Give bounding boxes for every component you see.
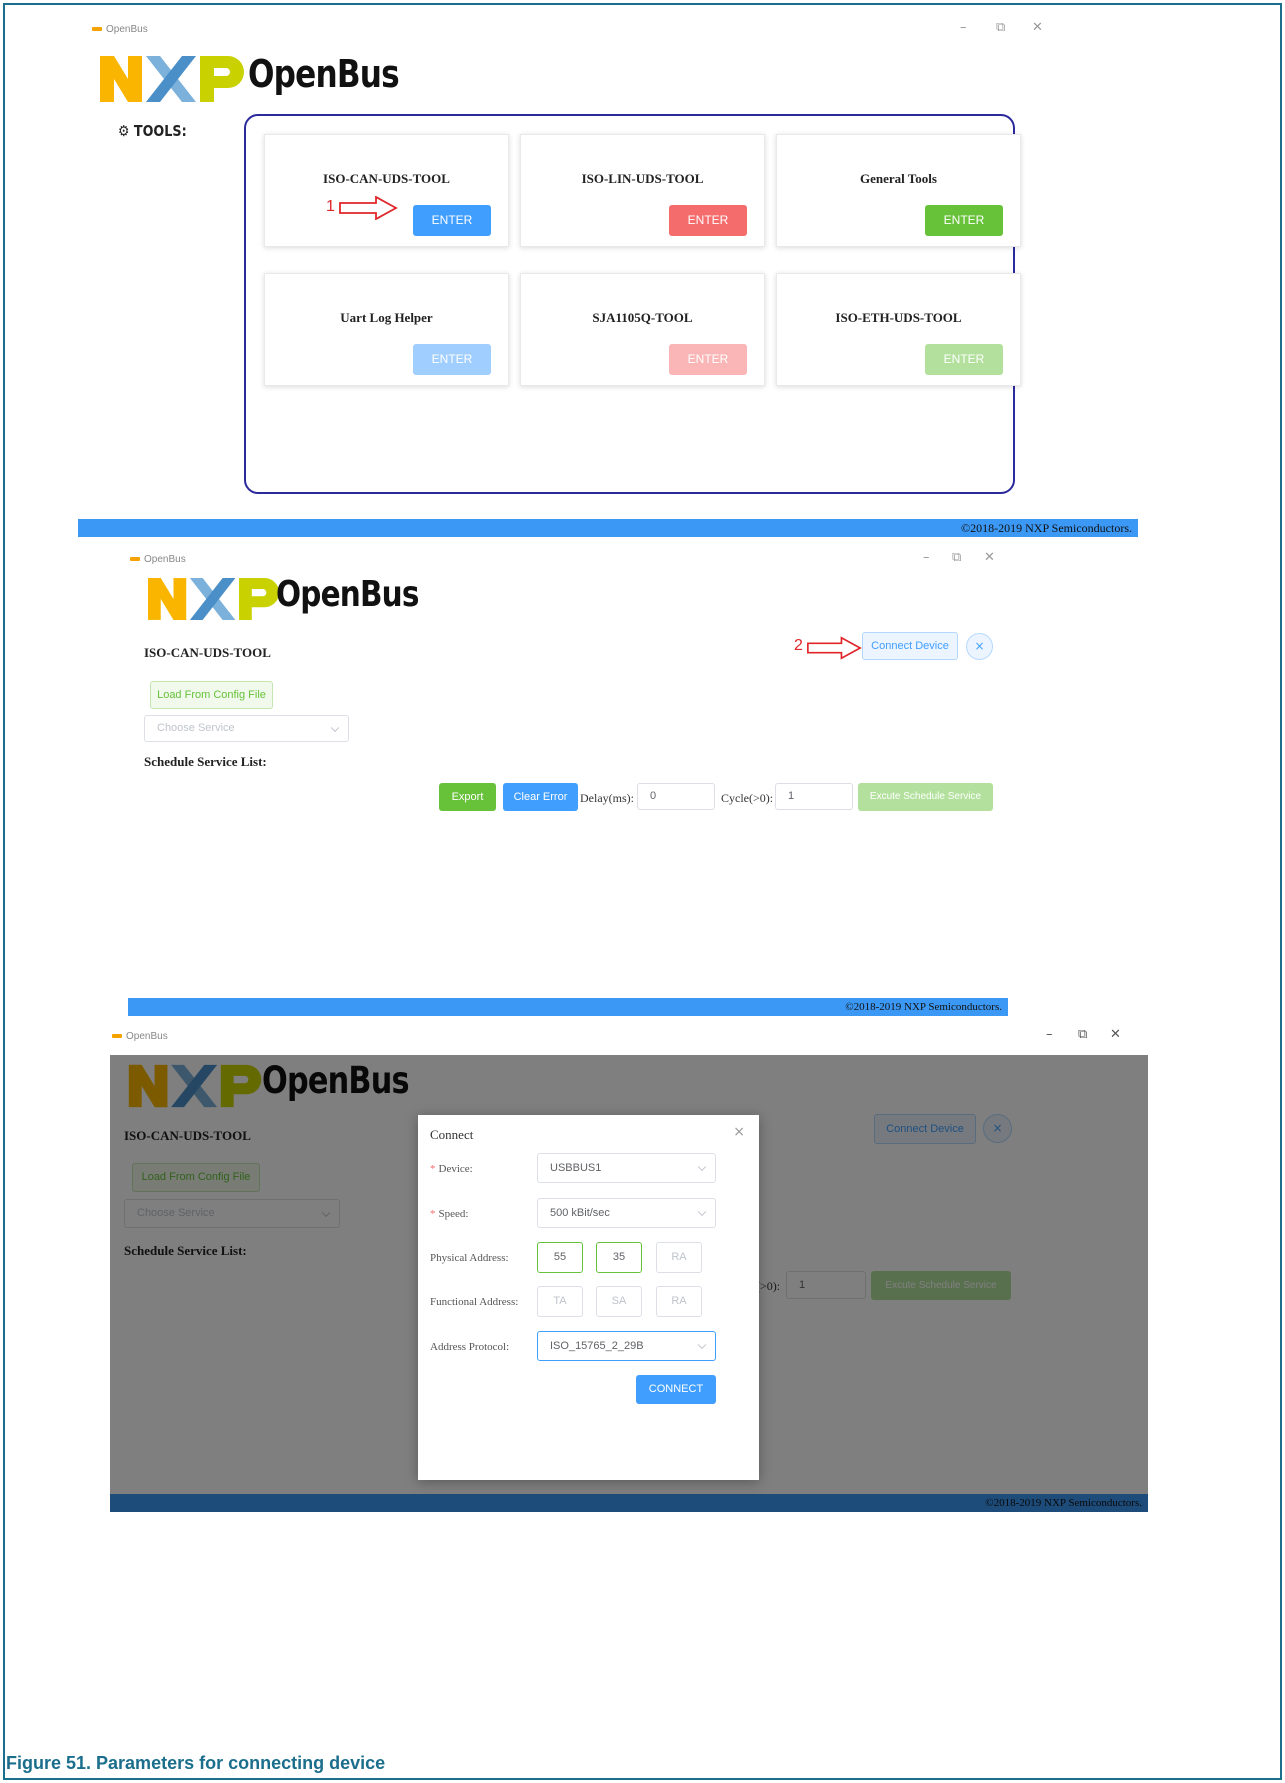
window-title: OpenBus bbox=[106, 24, 148, 35]
chevron-down-icon bbox=[330, 723, 340, 732]
cycle-input[interactable]: 1 bbox=[775, 783, 853, 810]
tools-heading: ⚙ TOOLS: bbox=[118, 122, 187, 140]
screenshot-tools-home: OpenBus – ⧉ ✕ OpenBus ⚙ TOOLS: ISO-CAN-U… bbox=[78, 14, 1138, 539]
functional-sa-input[interactable]: SA bbox=[596, 1286, 642, 1317]
address-protocol-select[interactable]: ISO_15765_2_29B bbox=[537, 1331, 716, 1361]
choose-service-placeholder: Choose Service bbox=[157, 722, 235, 734]
gear-icon: ⚙ bbox=[118, 122, 130, 140]
load-config-button[interactable]: Load From Config File bbox=[150, 681, 273, 709]
connect-dialog: Connect × * Device: USBBUS1 * Speed: 500 k… bbox=[418, 1115, 759, 1480]
nxp-logo bbox=[148, 578, 280, 620]
close-button[interactable]: ✕ bbox=[984, 550, 995, 565]
footer-bar: ©2018-2019 NXP Semiconductors. bbox=[128, 998, 1008, 1016]
tool-card-title: ISO-ETH-UDS-TOOL bbox=[835, 310, 962, 325]
physical-sa-input[interactable]: 35 bbox=[596, 1242, 642, 1273]
enter-button: ENTER bbox=[669, 344, 747, 375]
speed-value: 500 kBit/sec bbox=[550, 1207, 610, 1219]
delay-input[interactable]: 0 bbox=[637, 783, 715, 810]
chevron-down-icon bbox=[697, 1162, 707, 1172]
minimize-button[interactable]: – bbox=[1046, 1027, 1053, 1042]
annotation-number: 2 bbox=[794, 637, 803, 654]
screenshot-connect-dialog: OpenBus – ⧉ ✕ OpenBus ISO-CAN-UDS-TOOL L… bbox=[110, 1025, 1148, 1512]
choose-service-select[interactable]: Choose Service bbox=[144, 715, 349, 742]
window-title: OpenBus bbox=[126, 1031, 168, 1042]
device-label: * Device: bbox=[430, 1163, 473, 1175]
export-button[interactable]: Export bbox=[439, 783, 496, 811]
address-protocol-label: Address Protocol: bbox=[430, 1341, 510, 1353]
connect-button[interactable]: CONNECT bbox=[636, 1375, 716, 1404]
title-bar: OpenBus – ⧉ ✕ bbox=[110, 1025, 1148, 1055]
close-tool-button[interactable]: × bbox=[966, 633, 993, 660]
required-mark: * bbox=[430, 1163, 436, 1175]
speed-label: * Speed: bbox=[430, 1208, 469, 1220]
physical-ra-input[interactable]: RA bbox=[656, 1242, 702, 1273]
clear-error-button[interactable]: Clear Error bbox=[503, 783, 578, 811]
physical-ta-input[interactable]: 55 bbox=[537, 1242, 583, 1273]
app-logo-icon bbox=[92, 27, 102, 32]
brand-title: OpenBus bbox=[248, 52, 400, 96]
chevron-down-icon bbox=[697, 1340, 707, 1350]
close-button[interactable]: ✕ bbox=[1032, 20, 1043, 35]
enter-button[interactable]: ENTER bbox=[669, 205, 747, 236]
functional-address-label: Functional Address: bbox=[430, 1296, 519, 1308]
device-select[interactable]: USBBUS1 bbox=[537, 1153, 716, 1183]
connect-device-button[interactable]: Connect Device bbox=[862, 632, 958, 660]
restore-button[interactable]: ⧉ bbox=[952, 550, 961, 565]
schedule-heading: Schedule Service List: bbox=[144, 754, 267, 769]
tool-title: ISO-CAN-UDS-TOOL bbox=[144, 645, 271, 660]
minimize-button[interactable]: – bbox=[923, 550, 930, 565]
chevron-down-icon bbox=[697, 1207, 707, 1217]
enter-button[interactable]: ENTER bbox=[925, 205, 1003, 236]
restore-button[interactable]: ⧉ bbox=[1078, 1027, 1087, 1042]
title-bar: OpenBus – ⧉ ✕ bbox=[128, 546, 1008, 576]
app-logo-icon bbox=[130, 557, 140, 562]
footer-bar: ©2018-2019 NXP Semiconductors. bbox=[78, 519, 1138, 537]
delay-label: Delay(ms): bbox=[580, 791, 634, 805]
dialog-title: Connect bbox=[430, 1127, 474, 1142]
functional-ra-input[interactable]: RA bbox=[656, 1286, 702, 1317]
tool-card-general: General Tools ENTER bbox=[776, 134, 1021, 247]
tool-card-title: ISO-CAN-UDS-TOOL bbox=[323, 171, 450, 186]
tool-card-title: SJA1105Q-TOOL bbox=[592, 310, 693, 325]
tool-card-iso-can: ISO-CAN-UDS-TOOL ENTER bbox=[264, 134, 509, 247]
tool-card-sja1105q: SJA1105Q-TOOL ENTER bbox=[520, 273, 765, 386]
enter-button[interactable]: ENTER bbox=[413, 205, 491, 236]
enter-button: ENTER bbox=[413, 344, 491, 375]
annotation-number: 1 bbox=[326, 198, 335, 215]
annotation-arrow-icon bbox=[339, 196, 398, 220]
tool-card-uart-log: Uart Log Helper ENTER bbox=[264, 273, 509, 386]
enter-button: ENTER bbox=[925, 344, 1003, 375]
address-protocol-value: ISO_15765_2_29B bbox=[550, 1340, 644, 1352]
tool-card-title: ISO-LIN-UDS-TOOL bbox=[581, 171, 704, 186]
title-bar: OpenBus – ⧉ ✕ bbox=[78, 14, 1138, 44]
physical-address-label: Physical Address: bbox=[430, 1252, 509, 1264]
execute-schedule-button: Excute Schedule Service bbox=[858, 783, 993, 811]
functional-ta-input[interactable]: TA bbox=[537, 1286, 583, 1317]
cycle-label: Cycle(>0): bbox=[721, 791, 774, 805]
nxp-logo bbox=[100, 56, 244, 102]
restore-button[interactable]: ⧉ bbox=[996, 20, 1005, 35]
screenshot-can-tool: OpenBus – ⧉ ✕ OpenBus ISO-CAN-UDS-TOOL 2… bbox=[128, 546, 1008, 1016]
annotation-arrow-icon bbox=[807, 636, 862, 660]
brand-title: OpenBus bbox=[276, 574, 419, 615]
tool-card-iso-lin: ISO-LIN-UDS-TOOL ENTER bbox=[520, 134, 765, 247]
window-title: OpenBus bbox=[144, 554, 186, 565]
tool-card-title: General Tools bbox=[860, 171, 937, 186]
tool-card-iso-eth: ISO-ETH-UDS-TOOL ENTER bbox=[776, 273, 1021, 386]
app-logo-icon bbox=[112, 1034, 122, 1039]
close-button[interactable]: ✕ bbox=[1110, 1027, 1121, 1042]
tool-card-title: Uart Log Helper bbox=[340, 310, 433, 325]
required-mark: * bbox=[430, 1208, 436, 1220]
figure-caption: Figure 51. Parameters for connecting dev… bbox=[6, 1753, 386, 1773]
speed-select[interactable]: 500 kBit/sec bbox=[537, 1198, 716, 1228]
dialog-close-icon[interactable]: × bbox=[733, 1124, 745, 1140]
device-value: USBBUS1 bbox=[550, 1162, 602, 1174]
minimize-button[interactable]: – bbox=[960, 20, 967, 35]
